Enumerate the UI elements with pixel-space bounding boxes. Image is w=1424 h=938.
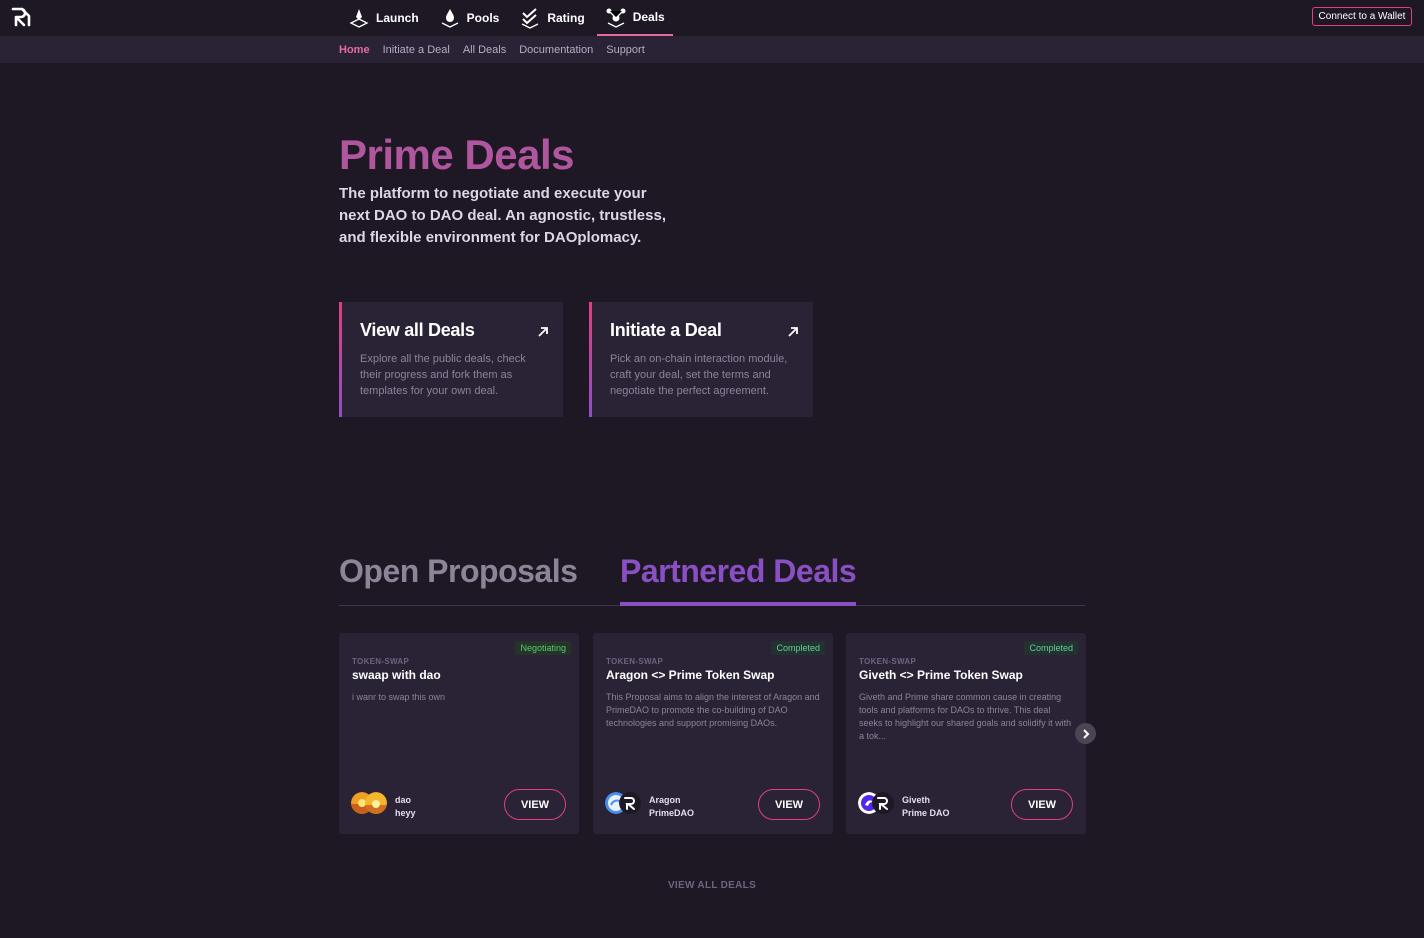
- rating-icon: [522, 8, 539, 29]
- deal-card: Completed TOKEN-SWAP Aragon <> Prime Tok…: [593, 633, 833, 834]
- launch-icon: [349, 9, 369, 28]
- nav-deals-label: Deals: [632, 10, 665, 24]
- main-nav: Launch Pools Rating Deals: [340, 0, 677, 36]
- party-2-name: heyy: [395, 808, 416, 818]
- prime-logo-icon[interactable]: [10, 6, 32, 28]
- subnav-initiate-deal[interactable]: Initiate a Deal: [383, 44, 450, 56]
- view-all-deals-card[interactable]: View all Deals Explore all the public de…: [339, 302, 563, 417]
- connect-wallet-button[interactable]: Connect to a Wallet: [1312, 7, 1412, 26]
- nav-rating-label: Rating: [547, 11, 585, 25]
- arrow-up-right-icon: [538, 327, 548, 337]
- tab-open-proposals[interactable]: Open Proposals: [339, 553, 578, 590]
- party-1-name: Aragon: [649, 795, 681, 805]
- nav-deals[interactable]: Deals: [596, 0, 673, 36]
- deal-description: Giveth and Prime share common cause in c…: [859, 692, 1072, 741]
- party-2-name: PrimeDAO: [649, 808, 695, 818]
- view-deal-button[interactable]: VIEW: [1011, 789, 1073, 820]
- view-all-deals-link[interactable]: VIEW ALL DEALS: [0, 880, 1424, 891]
- party-avatars: [351, 792, 391, 816]
- nav-launch-label: Launch: [376, 11, 419, 25]
- deal-description: This Proposal aims to align the interest…: [606, 692, 820, 728]
- deal-card: Completed TOKEN-SWAP Giveth <> Prime Tok…: [846, 633, 1086, 834]
- nav-pools-label: Pools: [466, 11, 500, 25]
- party-avatars: [858, 792, 898, 816]
- tab-partnered-deals[interactable]: Partnered Deals: [620, 553, 857, 606]
- hero-subtitle: The platform to negotiate and execute yo…: [339, 185, 666, 246]
- carousel-next-button[interactable]: [1075, 723, 1096, 744]
- top-bar: Launch Pools Rating Deals Connect to a W…: [0, 0, 1424, 36]
- deal-type: TOKEN-SWAP: [352, 657, 410, 666]
- chevron-right-icon: [1082, 728, 1089, 739]
- initiate-deal-card-title: Initiate a Deal: [610, 320, 722, 340]
- view-deal-button[interactable]: VIEW: [758, 789, 820, 820]
- party-avatars: [605, 792, 645, 816]
- subnav-all-deals[interactable]: All Deals: [463, 44, 506, 56]
- subnav-home[interactable]: Home: [339, 44, 370, 56]
- subnav-documentation[interactable]: Documentation: [519, 44, 593, 56]
- view-deal-button[interactable]: VIEW: [504, 789, 566, 820]
- deal-type: TOKEN-SWAP: [859, 657, 917, 666]
- page-title: Prime Deals: [339, 131, 574, 178]
- party-names: Giveth Prime DAO: [902, 794, 950, 820]
- status-badge: Negotiating: [515, 641, 571, 655]
- initiate-deal-card[interactable]: Initiate a Deal Pick an on-chain interac…: [589, 302, 813, 417]
- view-all-deals-card-desc: Explore all the public deals, check thei…: [360, 353, 526, 397]
- party-2-name: Prime DAO: [902, 808, 950, 818]
- pools-icon: [441, 9, 458, 28]
- party-1-name: dao: [395, 795, 412, 805]
- primedao-avatar-icon: [619, 792, 641, 814]
- deal-type: TOKEN-SWAP: [606, 657, 664, 666]
- sunset-avatar-icon: [365, 792, 387, 814]
- status-badge: Completed: [771, 641, 825, 655]
- party-names: dao heyy: [395, 794, 416, 820]
- party-names: Aragon PrimeDAO: [649, 794, 694, 820]
- sub-nav: Home Initiate a Deal All Deals Documenta…: [339, 36, 658, 63]
- deal-description: i wanr to swap this own: [352, 692, 446, 702]
- primedao-avatar-icon: [872, 792, 894, 814]
- arrow-up-right-icon: [788, 327, 798, 337]
- nav-launch[interactable]: Launch: [340, 0, 427, 36]
- deal-title: swaap with dao: [352, 668, 441, 682]
- nav-rating[interactable]: Rating: [511, 0, 592, 36]
- initiate-deal-card-desc: Pick an on-chain interaction module, cra…: [610, 353, 788, 397]
- deal-title: Aragon <> Prime Token Swap: [606, 668, 775, 682]
- deals-icon: [606, 8, 626, 28]
- subnav-support[interactable]: Support: [606, 44, 645, 56]
- nav-pools[interactable]: Pools: [431, 0, 508, 36]
- party-1-name: Giveth: [902, 795, 931, 805]
- view-all-deals-card-title: View all Deals: [360, 320, 475, 340]
- deal-card: Negotiating TOKEN-SWAP swaap with dao i …: [339, 633, 579, 834]
- deal-title: Giveth <> Prime Token Swap: [859, 668, 1023, 682]
- sub-nav-bar: Home Initiate a Deal All Deals Documenta…: [0, 36, 1424, 63]
- status-badge: Completed: [1024, 641, 1078, 655]
- deals-tabs: Open Proposals Partnered Deals: [339, 553, 1085, 606]
